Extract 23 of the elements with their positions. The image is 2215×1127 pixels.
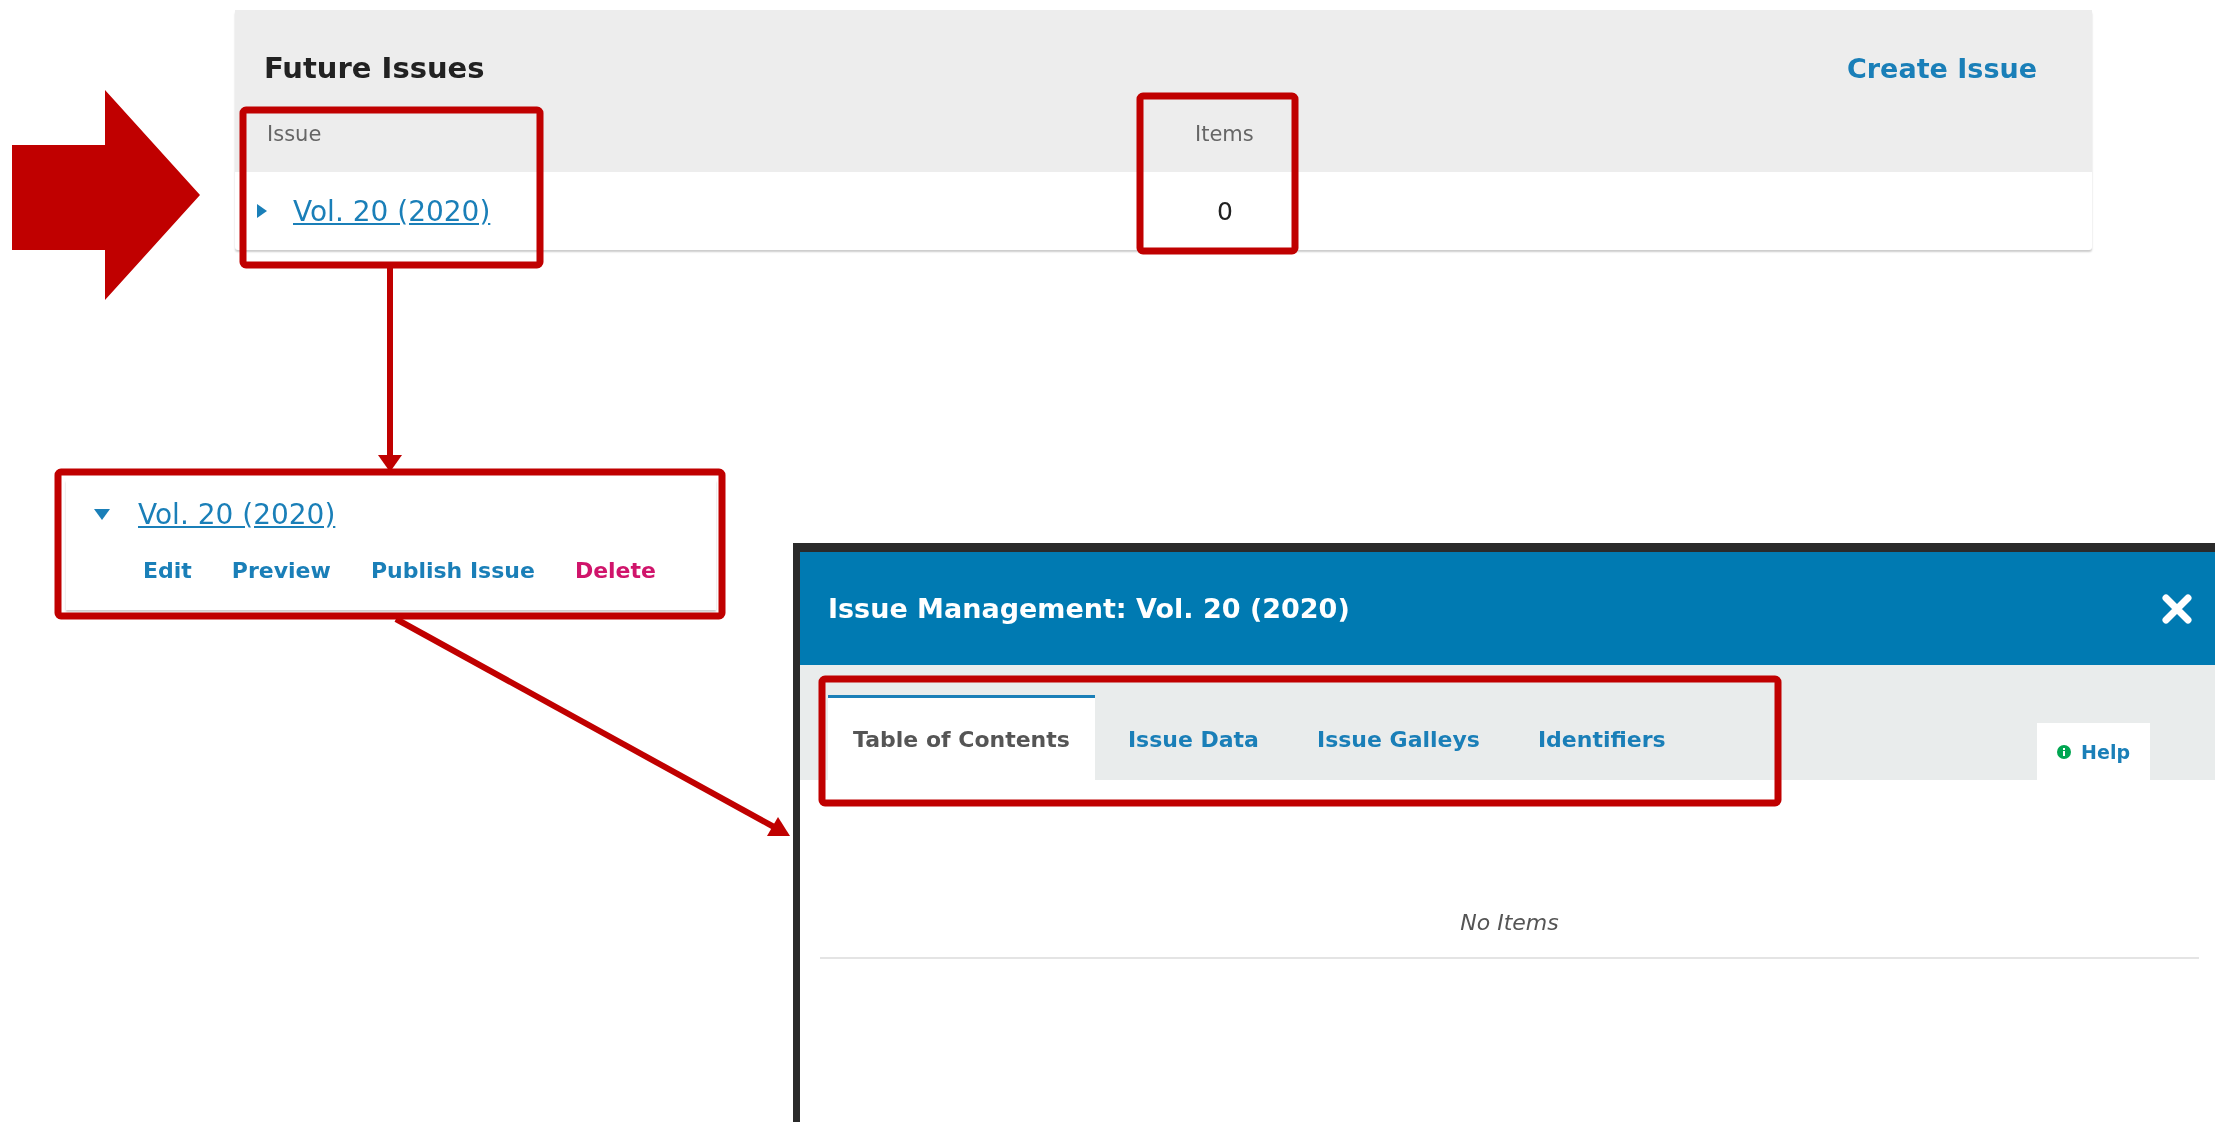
action-link[interactable]: Publish Issue (370, 558, 535, 583)
table-cell: 0 (1217, 196, 1233, 226)
help-button[interactable]: Help (2037, 723, 2150, 780)
empty-message: No Items (820, 910, 2199, 959)
issue-link[interactable]: Vol. 20 (2020) (138, 497, 336, 531)
info-icon (2057, 744, 2072, 759)
caret-right-icon[interactable] (257, 204, 267, 218)
issue-link[interactable]: Vol. 20 (2020) (293, 194, 491, 228)
column-header: Issue (266, 122, 323, 146)
tab[interactable]: Identifiers (1512, 698, 1691, 780)
create-issue-link[interactable]: Create Issue (1847, 52, 2037, 84)
tab[interactable]: Issue Data (1102, 698, 1284, 780)
help-label[interactable]: Help (2081, 740, 2130, 763)
panel-title: Future Issues (264, 51, 485, 85)
caret-down-icon[interactable] (94, 508, 110, 520)
action-link[interactable]: Preview (231, 558, 331, 583)
tab[interactable]: Issue Galleys (1291, 698, 1505, 780)
delete-link[interactable]: Delete (574, 558, 656, 583)
tab[interactable]: Table of Contents (828, 695, 1095, 780)
column-header: Items (1195, 122, 1254, 146)
modal-title: Issue Management: Vol. 20 (2020) (828, 593, 1350, 624)
close-icon[interactable] (2162, 593, 2192, 624)
action-link[interactable]: Edit (143, 558, 192, 583)
